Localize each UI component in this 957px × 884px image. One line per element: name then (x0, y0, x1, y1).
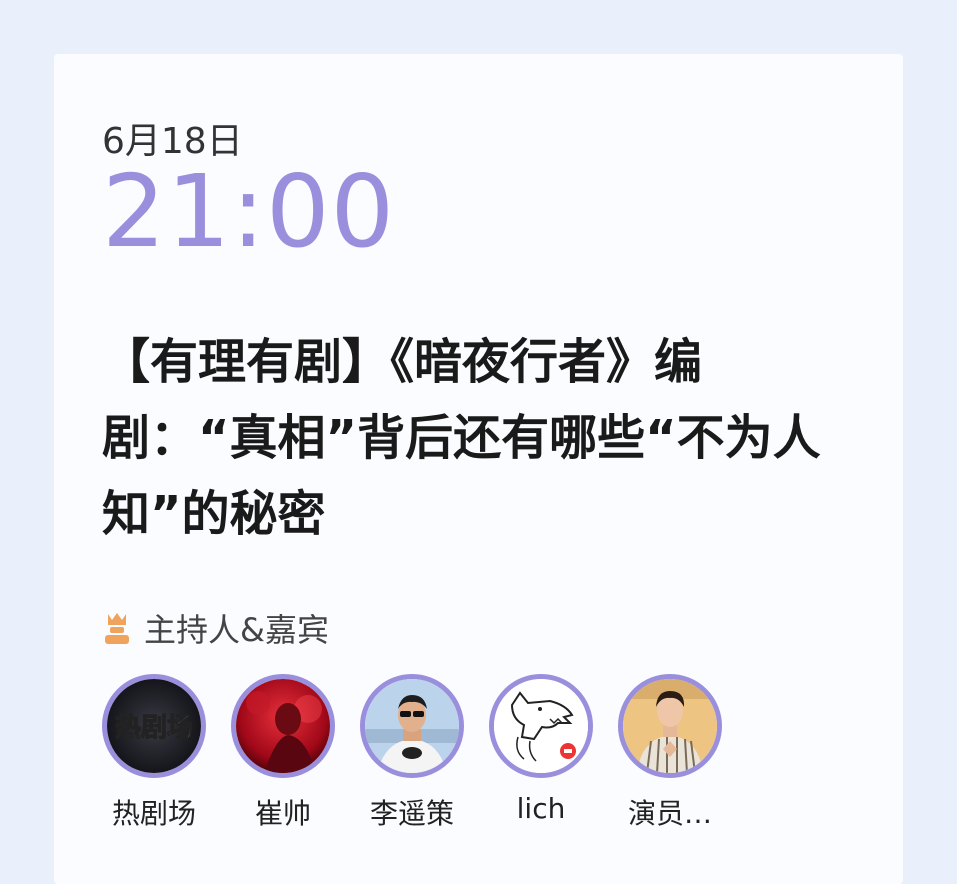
avatar-image (623, 679, 717, 773)
hosts-section-header: 主持人&嘉宾 (102, 606, 329, 650)
event-time: 21:00 (102, 153, 396, 270)
guest-list: 热剧场 热剧场 崔帅 李遥策 lich 演员… (102, 674, 747, 832)
guest-name: 演员… (627, 797, 712, 830)
avatar[interactable] (360, 674, 464, 778)
guest-item[interactable]: lich (489, 674, 593, 832)
guest-name: 热剧场 (111, 797, 196, 830)
hosts-label: 主持人&嘉宾 (144, 611, 329, 649)
guest-name: 李遥策 (369, 797, 454, 830)
guest-item[interactable]: 演员… (618, 674, 722, 832)
avatar-logo-text: 热剧场 (115, 713, 193, 743)
avatar[interactable] (489, 674, 593, 778)
event-title: 【有理有剧】《暗夜行者》编剧：“真相”背后还有哪些“不为人知”的秘密 (102, 334, 821, 542)
avatar[interactable] (618, 674, 722, 778)
guest-item[interactable]: 热剧场 热剧场 (102, 674, 206, 832)
host-crown-icon (105, 613, 129, 644)
avatar-image (494, 679, 588, 773)
guest-item[interactable]: 崔帅 (231, 674, 335, 832)
avatar[interactable] (231, 674, 335, 778)
guest-name: lich (516, 792, 566, 825)
avatar-image (365, 679, 459, 773)
avatar[interactable]: 热剧场 (102, 674, 206, 778)
guest-name: 崔帅 (254, 797, 311, 830)
avatar-image: 热剧场 (107, 679, 201, 773)
guest-item[interactable]: 李遥策 (360, 674, 464, 832)
event-card: 6月18日 21:00 【有理有剧】《暗夜行者》编剧：“真相”背后还有哪些“不为… (54, 54, 903, 884)
avatar-image (236, 679, 330, 773)
